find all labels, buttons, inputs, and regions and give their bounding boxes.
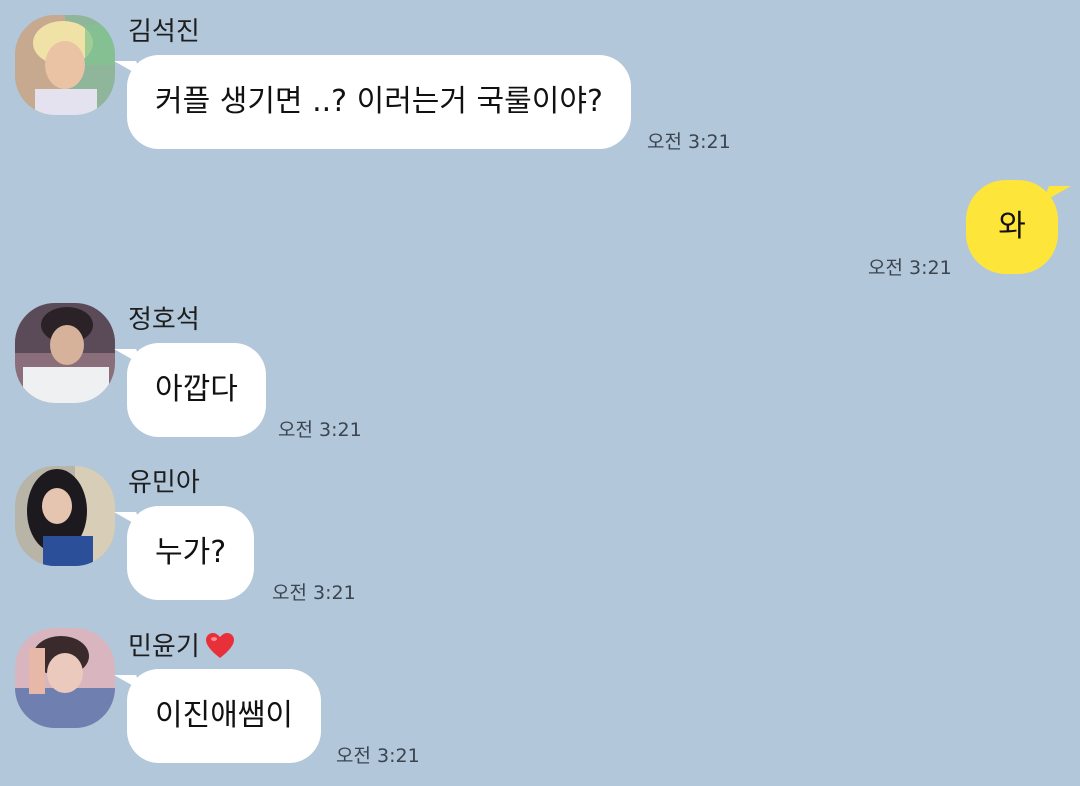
chat-room: 김석진 커플 생기면 ..? 이러는거 국룰이야? 오전 3:21 오전 3:2… xyxy=(0,0,1080,786)
sender-name-text: 민윤기 xyxy=(128,632,200,662)
message-time: 오전 3:21 xyxy=(647,131,731,153)
sender-name: 정호석 xyxy=(128,305,200,335)
message-bubble[interactable]: 누가? xyxy=(127,506,255,600)
sender-name: 민윤기 xyxy=(128,631,234,663)
message-bubble[interactable]: 와 xyxy=(966,180,1058,274)
sender-name: 김석진 xyxy=(128,17,200,47)
avatar-blonde-icon[interactable] xyxy=(15,15,115,115)
message-time: 오전 3:21 xyxy=(868,257,952,279)
avatar-long-hair-icon[interactable] xyxy=(15,466,115,566)
message-time: 오전 3:21 xyxy=(278,419,362,441)
sender-name: 유민아 xyxy=(128,468,200,498)
heart-icon xyxy=(205,633,234,658)
message-time: 오전 3:21 xyxy=(272,582,356,604)
avatar-dark-hair-icon[interactable] xyxy=(15,303,115,403)
message-bubble[interactable]: 아깝다 xyxy=(127,343,266,437)
message-bubble[interactable]: 커플 생기면 ..? 이러는거 국룰이야? xyxy=(127,55,631,149)
message-time: 오전 3:21 xyxy=(336,745,420,767)
avatar-pink-icon[interactable] xyxy=(15,628,115,728)
message-bubble[interactable]: 이진애쌤이 xyxy=(127,669,321,763)
